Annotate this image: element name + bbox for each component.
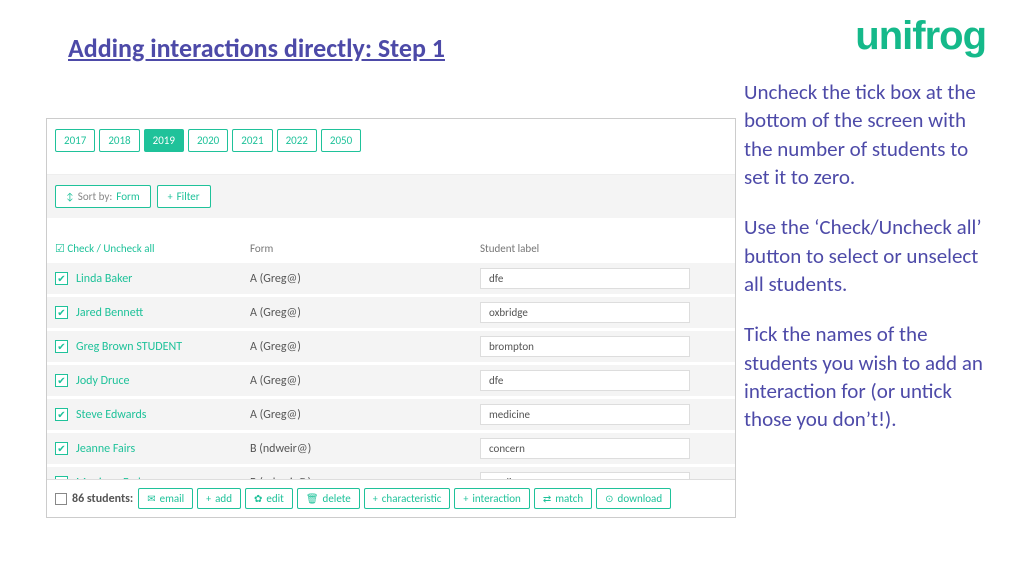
plus-icon: + [373, 492, 378, 505]
student-label-input[interactable]: medicine [480, 404, 690, 425]
trash-icon: 🗑 [306, 492, 319, 505]
student-name[interactable]: Linda Baker [76, 272, 132, 286]
interaction-button[interactable]: + interaction [454, 488, 529, 509]
footer-buttons: ✉ email + add ✿ edit 🗑 delete + characteristi… [138, 488, 671, 509]
characteristic-button[interactable]: + characteristic [364, 488, 451, 509]
student-form: A (Greg@) [250, 306, 480, 320]
table-row: Jeanne Fairs B (ndweir@) concern [47, 433, 735, 464]
match-label: match [555, 492, 583, 505]
table-row: Steve Edwards A (Greg@) medicine [47, 399, 735, 430]
instruction-1: Uncheck the tick box at the bottom of th… [744, 78, 994, 191]
checkbox-icon[interactable] [55, 340, 68, 353]
check-uncheck-all[interactable]: Check / Uncheck all [55, 242, 155, 255]
student-form: A (Greg@) [250, 340, 480, 354]
student-name[interactable]: Steve Edwards [76, 408, 147, 422]
plus-icon: + [463, 492, 468, 505]
student-form: A (Greg@) [250, 272, 480, 286]
checkbox-icon[interactable] [55, 442, 68, 455]
year-tab-2022[interactable]: 2022 [277, 129, 317, 152]
student-name[interactable]: Greg Brown STUDENT [76, 340, 182, 354]
year-tab-2017[interactable]: 2017 [55, 129, 95, 152]
student-form: B (ndweir@) [250, 442, 480, 456]
table-row: Jody Druce A (Greg@) dfe [47, 365, 735, 396]
table-header: Check / Uncheck all Form Student label [47, 218, 735, 263]
column-student-label: Student label [480, 242, 727, 255]
checkbox-icon[interactable] [55, 374, 68, 387]
filter-button[interactable]: + Filter [157, 185, 211, 208]
app-screenshot: 2017 2018 2019 2020 2021 2022 2050 ↕ Sor… [46, 118, 736, 518]
toolbar: ↕ Sort by: Form + Filter [47, 175, 735, 218]
gear-icon: ✿ [254, 492, 262, 505]
instruction-3: Tick the names of the students you wish … [744, 320, 994, 433]
instruction-2: Use the ‘Check/Uncheck all’ button to se… [744, 213, 994, 298]
student-form: A (Greg@) [250, 374, 480, 388]
year-tabs: 2017 2018 2019 2020 2021 2022 2050 [47, 119, 735, 175]
add-label: add [215, 492, 232, 505]
checkbox-icon[interactable] [55, 272, 68, 285]
email-icon: ✉ [147, 492, 155, 505]
student-label-input[interactable]: oxbridge [480, 302, 690, 323]
page-title: Adding interactions directly: Step 1 [68, 32, 445, 64]
shuffle-icon: ⇄ [543, 492, 551, 505]
year-tab-2050[interactable]: 2050 [321, 129, 361, 152]
edit-button[interactable]: ✿ edit [245, 488, 293, 509]
download-button[interactable]: ⊙ download [596, 488, 671, 509]
match-button[interactable]: ⇄ match [534, 488, 592, 509]
count-checkbox[interactable] [55, 493, 67, 505]
count-text: 86 students: [72, 492, 133, 506]
email-button[interactable]: ✉ email [138, 488, 193, 509]
unifrog-logo: unifrog [855, 14, 986, 59]
column-form: Form [250, 242, 480, 255]
email-label: email [160, 492, 185, 505]
year-tab-2021[interactable]: 2021 [232, 129, 272, 152]
table-row: Linda Baker A (Greg@) dfe [47, 263, 735, 294]
characteristic-label: characteristic [382, 492, 442, 505]
footer-bar: 86 students: ✉ email + add ✿ edit 🗑 delete +… [47, 479, 735, 517]
student-name[interactable]: Jeanne Fairs [76, 442, 135, 456]
sort-button[interactable]: ↕ Sort by: Form [55, 185, 151, 208]
add-button[interactable]: + add [197, 488, 241, 509]
interaction-label: interaction [472, 492, 520, 505]
student-label-input[interactable]: concern [480, 438, 690, 459]
filter-label: Filter [177, 190, 200, 203]
student-label-input[interactable]: brompton [480, 336, 690, 357]
instructions-panel: Uncheck the tick box at the bottom of th… [744, 78, 994, 456]
sort-label: Sort by: [78, 190, 113, 203]
plus-icon: + [168, 190, 173, 203]
year-tab-2019[interactable]: 2019 [144, 129, 184, 152]
year-tab-2020[interactable]: 2020 [188, 129, 228, 152]
student-label-input[interactable]: dfe [480, 268, 690, 289]
checkbox-icon[interactable] [55, 408, 68, 421]
year-tab-2018[interactable]: 2018 [99, 129, 139, 152]
student-label-input[interactable]: dfe [480, 370, 690, 391]
download-label: download [618, 492, 663, 505]
table-row: Greg Brown STUDENT A (Greg@) brompton [47, 331, 735, 362]
table-row: Jared Bennett A (Greg@) oxbridge [47, 297, 735, 328]
checkbox-icon[interactable] [55, 306, 68, 319]
plus-icon: + [206, 492, 211, 505]
sort-value: Form [116, 190, 139, 203]
delete-button[interactable]: 🗑 delete [297, 488, 360, 509]
student-name[interactable]: Jody Druce [76, 374, 130, 388]
student-count: 86 students: [55, 492, 133, 506]
student-form: A (Greg@) [250, 408, 480, 422]
sort-icon: ↕ [66, 190, 74, 203]
delete-label: delete [323, 492, 351, 505]
download-icon: ⊙ [605, 492, 613, 505]
student-name[interactable]: Jared Bennett [76, 306, 143, 320]
edit-label: edit [266, 492, 283, 505]
